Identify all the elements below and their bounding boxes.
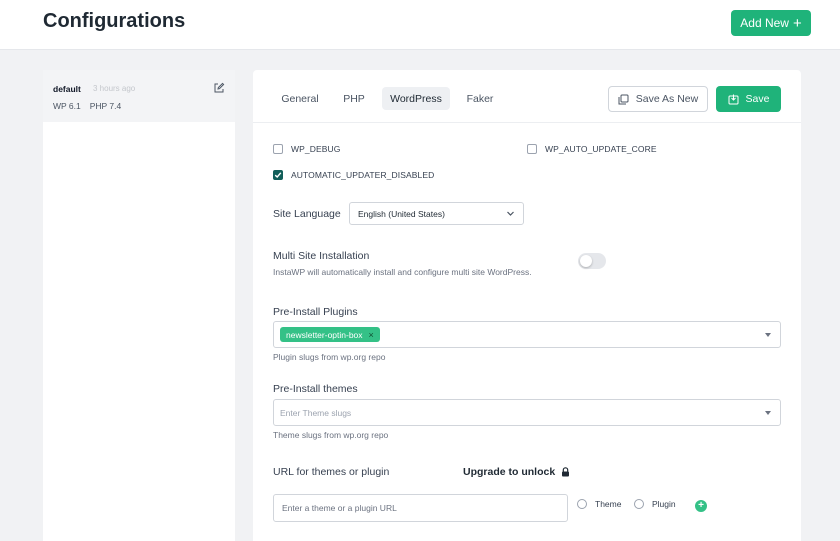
php-version: PHP 7.4	[89, 101, 122, 111]
automatic-updater-disabled-checkbox[interactable]	[273, 170, 283, 180]
tab-faker[interactable]: Faker	[459, 87, 501, 110]
site-language-select[interactable]: English (United States)	[349, 202, 524, 225]
wp-auto-update-core-option: WP_AUTO_UPDATE_CORE	[527, 144, 657, 154]
save-as-new-label: Save As New	[635, 93, 699, 105]
page-title: Configurations	[43, 10, 186, 32]
site-language-value: English (United States)	[358, 208, 445, 219]
url-input[interactable]: Enter a theme or a plugin URL	[273, 494, 568, 522]
config-meta: WP 6.1 PHP 7.4	[53, 101, 121, 111]
config-panel: General PHP WordPress Faker Save As New …	[253, 70, 801, 541]
dropdown-caret-icon[interactable]	[765, 411, 771, 415]
wp-auto-update-core-checkbox[interactable]	[527, 144, 537, 154]
radio-plugin[interactable]: Plugin	[634, 499, 676, 509]
multisite-toggle[interactable]	[578, 253, 606, 269]
multisite-hint: InstaWP will automatically install and c…	[273, 267, 532, 277]
wp-version: WP 6.1	[53, 101, 81, 111]
wp-debug-label: WP_DEBUG	[291, 144, 341, 154]
wp-auto-update-core-label: WP_AUTO_UPDATE_CORE	[545, 144, 657, 154]
themes-label: Pre-Install themes	[273, 383, 358, 395]
toggle-knob	[580, 255, 592, 267]
automatic-updater-disabled-label: AUTOMATIC_UPDATER_DISABLED	[291, 170, 435, 180]
copy-icon	[618, 94, 629, 104]
lock-icon	[562, 467, 570, 477]
chevron-down-icon	[507, 211, 514, 216]
add-url-icon[interactable]: +	[695, 500, 707, 512]
edit-icon[interactable]	[213, 82, 225, 94]
site-language-label: Site Language	[273, 208, 341, 220]
tab-general[interactable]: General	[273, 87, 327, 110]
tab-php[interactable]: PHP	[337, 87, 371, 110]
config-time: 3 hours ago	[93, 84, 136, 93]
multisite-label: Multi Site Installation	[273, 250, 370, 262]
radio-theme-circle[interactable]	[577, 499, 587, 509]
url-install-label: URL for themes or plugin	[273, 466, 390, 478]
wp-debug-option: WP_DEBUG	[273, 144, 340, 154]
config-list-item[interactable]: default 3 hours ago WP 6.1 PHP 7.4	[43, 70, 235, 122]
themes-input[interactable]: Enter Theme slugs	[273, 399, 781, 426]
remove-chip-icon[interactable]: ×	[369, 330, 374, 340]
tab-bar: General PHP WordPress Faker Save As New …	[253, 70, 801, 123]
add-new-label: Add New	[740, 16, 789, 30]
automatic-updater-disabled-option: AUTOMATIC_UPDATER_DISABLED	[273, 170, 434, 180]
save-button[interactable]: Save	[716, 86, 781, 112]
save-as-new-button[interactable]: Save As New	[608, 86, 708, 112]
themes-placeholder: Enter Theme slugs	[280, 408, 352, 418]
url-placeholder: Enter a theme or a plugin URL	[282, 503, 397, 513]
radio-theme-label: Theme	[595, 499, 622, 509]
plugins-hint: Plugin slugs from wp.org repo	[273, 352, 386, 362]
plugin-chip-label: newsletter-optin-box	[286, 329, 363, 340]
radio-plugin-label: Plugin	[652, 499, 676, 509]
checkmark-icon	[274, 172, 282, 179]
config-sidebar: default 3 hours ago WP 6.1 PHP 7.4	[43, 70, 235, 541]
config-name: default	[53, 84, 81, 94]
radio-plugin-circle[interactable]	[634, 499, 644, 509]
plugins-input[interactable]: newsletter-optin-box ×	[273, 321, 781, 348]
top-bar: Configurations Add New +	[0, 0, 840, 50]
save-icon	[728, 94, 739, 104]
plugins-label: Pre-Install Plugins	[273, 306, 358, 318]
upgrade-label: Upgrade to unlock	[463, 466, 556, 478]
add-new-button[interactable]: Add New +	[731, 10, 811, 36]
radio-theme[interactable]: Theme	[577, 499, 621, 509]
save-label: Save	[745, 93, 770, 105]
plugin-chip: newsletter-optin-box ×	[280, 327, 380, 342]
themes-hint: Theme slugs from wp.org repo	[273, 430, 389, 440]
tab-wordpress[interactable]: WordPress	[382, 87, 450, 110]
plus-icon: +	[792, 14, 802, 32]
upgrade-to-unlock-link[interactable]: Upgrade to unlock	[463, 466, 570, 478]
dropdown-caret-icon[interactable]	[765, 333, 771, 337]
wp-debug-checkbox[interactable]	[273, 144, 283, 154]
